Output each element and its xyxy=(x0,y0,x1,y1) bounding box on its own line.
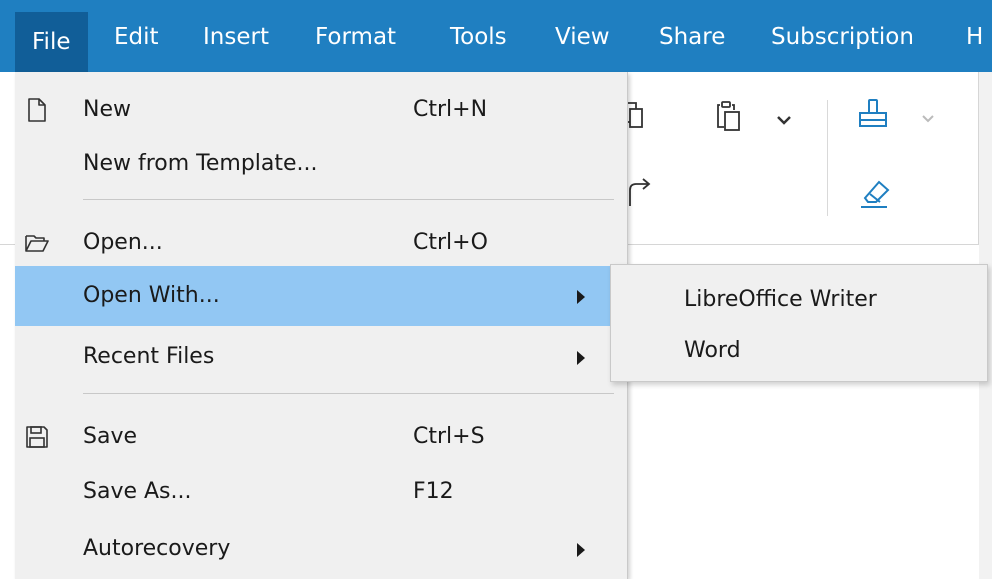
menu-item-open-with[interactable]: Open With... xyxy=(15,266,612,326)
menu-format[interactable]: Format xyxy=(315,22,396,52)
menu-item-label: Autorecovery xyxy=(83,536,231,561)
format-painter-chevron-down-icon[interactable] xyxy=(921,114,935,124)
folder-open-icon xyxy=(25,235,49,252)
eraser-icon[interactable] xyxy=(857,176,891,210)
menu-item-shortcut: Ctrl+S xyxy=(413,424,485,449)
menu-share[interactable]: Share xyxy=(659,22,725,52)
menu-bar: File Edit Insert Format Tools View Share… xyxy=(0,0,992,72)
menu-item-save[interactable]: Save Ctrl+S xyxy=(15,407,612,467)
submenu-item-word[interactable]: Word xyxy=(611,328,987,374)
menu-edit[interactable]: Edit xyxy=(114,22,159,52)
menu-item-save-as[interactable]: Save As... F12 xyxy=(15,462,612,522)
submenu-item-label: Word xyxy=(684,338,741,363)
menu-item-recent-files[interactable]: Recent Files xyxy=(15,327,612,387)
menu-subscription[interactable]: Subscription xyxy=(771,22,914,52)
redo-icon[interactable] xyxy=(626,176,656,210)
format-painter-icon[interactable] xyxy=(857,98,891,134)
menu-file[interactable]: File xyxy=(15,12,88,72)
submenu-item-libreoffice-writer[interactable]: LibreOffice Writer xyxy=(611,277,987,323)
menu-separator xyxy=(83,199,614,200)
menu-tools[interactable]: Tools xyxy=(450,22,507,52)
menu-item-autorecovery[interactable]: Autorecovery xyxy=(15,519,612,579)
toolbar-divider xyxy=(827,100,828,216)
menu-item-new[interactable]: New Ctrl+N xyxy=(15,80,612,140)
menu-item-shortcut: F12 xyxy=(413,479,454,504)
menu-insert[interactable]: Insert xyxy=(203,22,269,52)
submenu-arrow-icon xyxy=(577,543,585,557)
menu-item-label: Open With... xyxy=(83,283,220,308)
menu-item-label: Recent Files xyxy=(83,344,215,369)
menu-view[interactable]: View xyxy=(555,22,610,52)
menu-item-new-from-template[interactable]: New from Template... xyxy=(15,134,612,194)
submenu-arrow-icon xyxy=(577,290,585,304)
save-icon xyxy=(26,426,48,448)
menu-separator xyxy=(83,393,614,394)
menu-item-open[interactable]: Open... Ctrl+O xyxy=(15,213,612,273)
paste-dropdown-chevron-down-icon[interactable] xyxy=(776,114,792,126)
submenu-item-label: LibreOffice Writer xyxy=(684,287,877,312)
menu-item-shortcut: Ctrl+N xyxy=(413,97,488,122)
new-document-icon xyxy=(28,98,46,122)
file-menu: New Ctrl+N New from Template... Open... … xyxy=(15,72,628,579)
menu-item-label: Save As... xyxy=(83,479,192,504)
paste-icon[interactable] xyxy=(713,100,743,134)
menu-item-label: Save xyxy=(83,424,138,449)
menu-item-shortcut: Ctrl+O xyxy=(413,230,488,255)
submenu-arrow-icon xyxy=(577,351,585,365)
menu-item-label: New xyxy=(83,97,131,122)
open-with-submenu: LibreOffice Writer Word xyxy=(610,264,988,382)
menu-help-partial[interactable]: H xyxy=(966,22,983,52)
menu-item-label: New from Template... xyxy=(83,151,318,176)
menu-item-label: Open... xyxy=(83,230,163,255)
